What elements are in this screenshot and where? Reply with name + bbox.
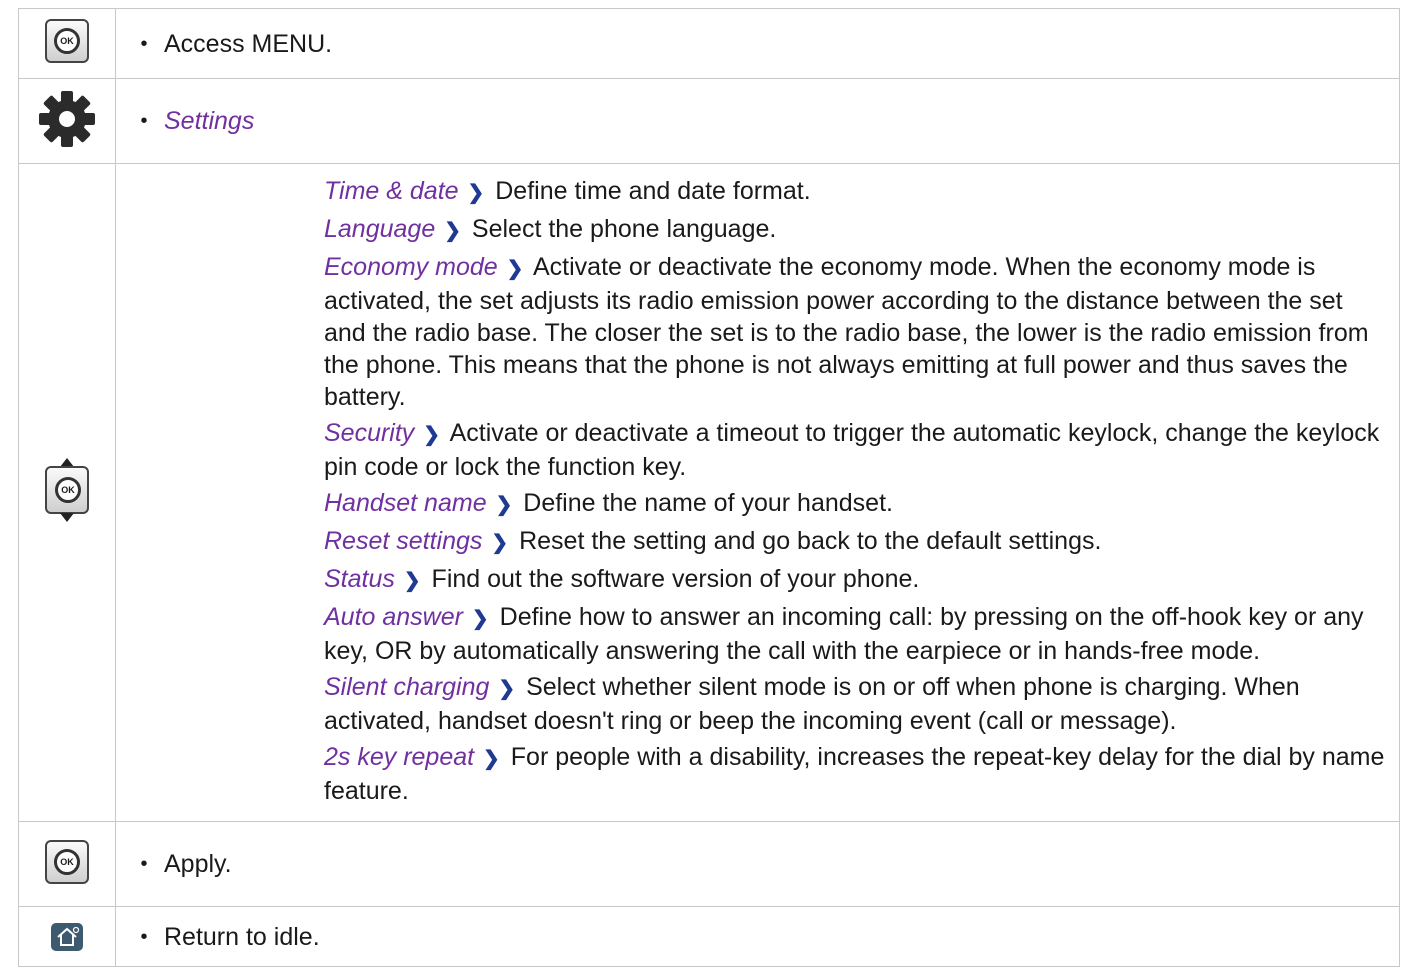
settings-option: Auto answer ❯ Define how to answer an in… [324, 601, 1385, 667]
option-description: Reset the setting and go back to the def… [519, 526, 1102, 555]
arrow-right-icon: ❯ [471, 607, 489, 630]
arrow-right-icon: ❯ [423, 423, 441, 446]
bullet: • [140, 925, 148, 948]
bullet: • [140, 853, 148, 875]
navigator-key-icon: OK [43, 458, 91, 522]
settings-option: Time & date ❯ Define time and date forma… [324, 175, 1385, 209]
step-row-return-idle: • Return to idle. [18, 906, 1400, 967]
icon-cell: OK [18, 163, 116, 822]
ok-key-icon: OK [45, 839, 89, 884]
text-cell: • Access MENU. [115, 8, 1400, 79]
icon-cell: OK [18, 8, 116, 79]
text-cell: • Return to idle. [115, 906, 1400, 967]
arrow-right-icon: ❯ [467, 181, 485, 204]
settings-options-list: Time & date ❯ Define time and date forma… [116, 169, 1399, 817]
text-cell: • Apply. [115, 821, 1400, 907]
option-name: Status [324, 564, 395, 593]
arrow-right-icon: ❯ [498, 677, 516, 700]
icon-cell [18, 906, 116, 967]
settings-option: Handset name ❯ Define the name of your h… [324, 487, 1385, 521]
home-key-icon [51, 922, 83, 951]
arrow-right-icon: ❯ [483, 747, 500, 770]
option-name: Handset name [324, 488, 487, 517]
settings-option: Status ❯ Find out the software version o… [324, 563, 1385, 597]
arrow-right-icon: ❯ [491, 531, 509, 554]
option-description: Define time and date format. [495, 176, 811, 205]
house-icon [57, 926, 80, 946]
step-text: Access MENU. [164, 29, 333, 58]
arrow-right-icon: ❯ [506, 257, 524, 280]
option-description: Define the name of your handset. [523, 488, 893, 517]
option-description: Activate or deactivate a timeout to trig… [324, 418, 1380, 481]
option-name: Security [324, 418, 415, 447]
step-row-settings: • Settings [18, 78, 1400, 164]
step-text: Apply. [164, 850, 232, 878]
arrow-down-icon [60, 513, 74, 522]
step-text: Settings [164, 107, 255, 135]
option-name: 2s key repeat [324, 742, 475, 771]
step-row-apply: OK • Apply. [18, 821, 1400, 907]
arrow-right-icon: ❯ [444, 219, 461, 242]
option-name: Language [324, 214, 436, 243]
settings-option: Reset settings ❯ Reset the setting and g… [324, 525, 1385, 559]
arrow-right-icon: ❯ [495, 493, 513, 516]
option-name: Time & date [324, 176, 459, 205]
arrow-right-icon: ❯ [403, 569, 421, 592]
step-row-settings-options: OK Time & date ❯ Define time and date fo… [18, 163, 1400, 822]
option-name: Economy mode [324, 252, 498, 281]
ok-key-icon: OK [45, 19, 89, 63]
settings-option: Economy mode ❯ Activate or deactivate th… [324, 251, 1385, 413]
text-cell: Time & date ❯ Define time and date forma… [115, 163, 1400, 822]
steps-table: OK • Access MENU. • Settings OK Time & d… [18, 8, 1400, 967]
settings-option: Language ❯ Select the phone language. [324, 213, 1385, 247]
settings-gear-icon [39, 90, 95, 147]
option-name: Reset settings [324, 526, 483, 555]
settings-option: 2s key repeat ❯ For people with a disabi… [324, 741, 1385, 807]
icon-cell: OK [18, 821, 116, 907]
bullet: • [140, 32, 148, 55]
settings-option: Security ❯ Activate or deactivate a time… [324, 417, 1385, 483]
text-cell: • Settings [115, 78, 1400, 164]
icon-cell [18, 78, 116, 164]
option-description: Select the phone language. [471, 214, 777, 243]
bullet: • [140, 110, 148, 132]
settings-option: Silent charging ❯ Select whether silent … [324, 671, 1385, 737]
option-description: Find out the software version of your ph… [431, 564, 920, 593]
option-name: Auto answer [324, 602, 463, 631]
step-row-access-menu: OK • Access MENU. [18, 8, 1400, 79]
step-text: Return to idle. [164, 922, 320, 951]
option-name: Silent charging [324, 672, 490, 701]
